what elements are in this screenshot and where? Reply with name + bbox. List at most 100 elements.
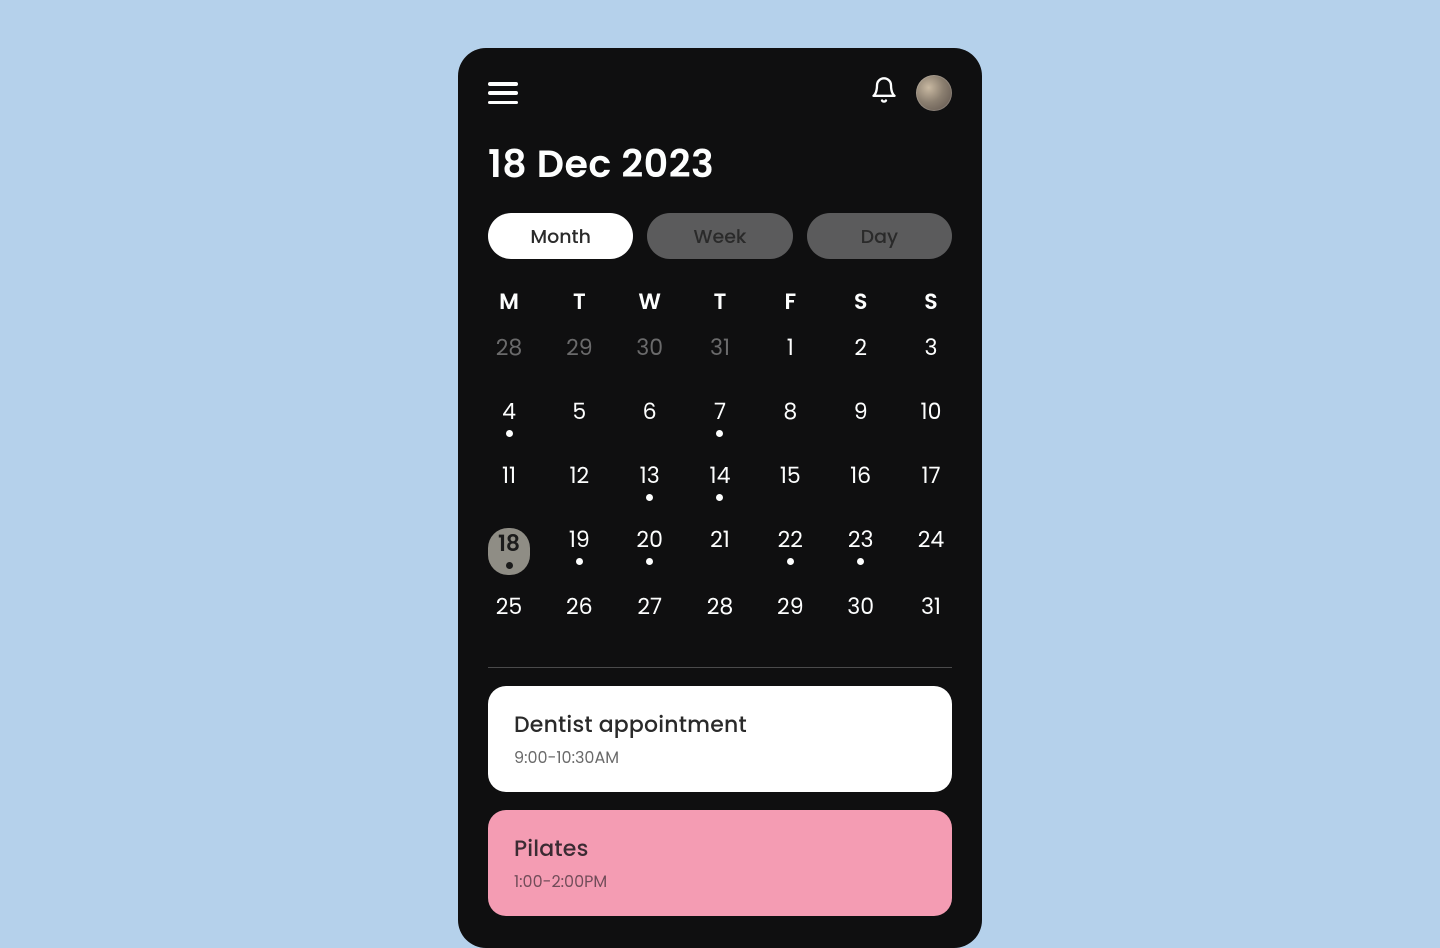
event-indicator-dot: [857, 558, 864, 565]
day-number: 14: [710, 464, 731, 488]
calendar-day-cell[interactable]: 16: [840, 464, 882, 508]
weekday-header-row: MTWTFSS: [488, 285, 952, 318]
calendar-day-cell[interactable]: 25: [488, 595, 530, 639]
calendar-day-cell[interactable]: 1: [769, 336, 811, 380]
day-number: 6: [643, 400, 657, 424]
calendar-day-cell[interactable]: 11: [488, 464, 530, 508]
calendar-day-cell[interactable]: 31: [699, 336, 741, 380]
event-time: 9:00-10:30AM: [514, 745, 926, 770]
weekday-label: S: [840, 285, 882, 318]
weekday-label: T: [699, 285, 741, 318]
day-number: 31: [710, 336, 730, 360]
day-number: 10: [921, 400, 942, 424]
day-number: 9: [854, 400, 868, 424]
day-number: 29: [777, 595, 804, 619]
event-indicator-dot: [646, 494, 653, 501]
day-number: 3: [924, 336, 937, 360]
calendar-row: 28 29 30 31 1 2 3: [488, 336, 952, 380]
hamburger-menu-icon[interactable]: [488, 82, 518, 104]
day-number: 12: [569, 464, 589, 488]
calendar-day-cell[interactable]: 9: [840, 400, 882, 444]
user-avatar[interactable]: [916, 75, 952, 111]
calendar-day-cell[interactable]: 19: [558, 528, 600, 575]
calendar-day-cell[interactable]: 27: [629, 595, 671, 639]
calendar-day-cell[interactable]: 10: [910, 400, 952, 444]
weekday-label: F: [769, 285, 811, 318]
day-number: 4: [502, 400, 516, 424]
event-indicator-dot: [787, 558, 794, 565]
calendar-day-cell[interactable]: 26: [558, 595, 600, 639]
day-number: 28: [496, 336, 523, 360]
day-number: 30: [847, 595, 874, 619]
calendar-row: 25 26 27 28 29 30 31: [488, 595, 952, 639]
event-card[interactable]: Dentist appointment 9:00-10:30AM: [488, 686, 952, 792]
weekday-label: T: [558, 285, 600, 318]
day-number: 18: [498, 532, 520, 556]
calendar-row: 18 19 20 21 22 23 24: [488, 528, 952, 575]
event-title: Dentist appointment: [514, 708, 926, 741]
calendar-day-cell[interactable]: 2: [840, 336, 882, 380]
current-date-title: 18 Dec 2023: [488, 136, 952, 193]
calendar-day-cell[interactable]: 29: [558, 336, 600, 380]
tab-month[interactable]: Month: [488, 213, 633, 259]
calendar-day-cell[interactable]: 23: [840, 528, 882, 575]
day-number: 29: [566, 336, 593, 360]
calendar-day-cell[interactable]: 4: [488, 400, 530, 444]
weekday-label: S: [910, 285, 952, 318]
calendar-day-cell[interactable]: 5: [558, 400, 600, 444]
view-tabs: Month Week Day: [488, 213, 952, 259]
event-indicator-dot: [506, 562, 513, 569]
event-card[interactable]: Pilates 1:00-2:00PM: [488, 810, 952, 916]
calendar-day-cell[interactable]: 13: [629, 464, 671, 508]
calendar-day-cell[interactable]: 21: [699, 528, 741, 575]
calendar-day-cell[interactable]: 15: [769, 464, 811, 508]
calendar-day-cell[interactable]: 14: [699, 464, 741, 508]
calendar-day-cell[interactable]: 30: [629, 336, 671, 380]
day-number: 20: [636, 528, 662, 552]
calendar-app-frame: 18 Dec 2023 Month Week Day MTWTFSS 28293…: [458, 48, 982, 948]
day-number: 27: [637, 595, 662, 619]
calendar-day-cell[interactable]: 17: [910, 464, 952, 508]
tab-day[interactable]: Day: [807, 213, 952, 259]
day-number: 11: [502, 464, 516, 488]
day-number: 1: [787, 336, 794, 360]
day-number: 22: [778, 528, 803, 552]
calendar-day-cell[interactable]: 30: [840, 595, 882, 639]
calendar-day-cell[interactable]: 24: [910, 528, 952, 575]
events-list: Dentist appointment 9:00-10:30AM Pilates 1:…: [488, 686, 952, 916]
day-number: 16: [850, 464, 871, 488]
calendar-day-cell[interactable]: 28: [488, 336, 530, 380]
day-number: 5: [572, 400, 586, 424]
calendar-day-cell[interactable]: 22: [769, 528, 811, 575]
day-number: 8: [783, 400, 797, 424]
calendar-day-cell[interactable]: 31: [910, 595, 952, 639]
event-title: Pilates: [514, 832, 926, 865]
weekday-label: W: [629, 285, 671, 318]
calendar-grid: 2829303112345678910111213141516171819202…: [488, 336, 952, 639]
calendar-day-cell[interactable]: 7: [699, 400, 741, 444]
day-number: 2: [854, 336, 867, 360]
calendar-day-cell[interactable]: 6: [629, 400, 671, 444]
calendar-day-cell[interactable]: 28: [699, 595, 741, 639]
event-indicator-dot: [506, 430, 513, 437]
event-indicator-dot: [716, 430, 723, 437]
calendar-day-cell[interactable]: 20: [629, 528, 671, 575]
day-number: 21: [710, 528, 730, 552]
day-number: 23: [848, 528, 874, 552]
day-number: 31: [921, 595, 941, 619]
day-number: 30: [636, 336, 663, 360]
event-indicator-dot: [646, 558, 653, 565]
calendar-day-cell[interactable]: 12: [558, 464, 600, 508]
tab-week[interactable]: Week: [647, 213, 792, 259]
calendar-row: 4 5 6 7 8 9 10: [488, 400, 952, 444]
event-time: 1:00-2:00PM: [514, 869, 926, 894]
calendar-day-cell[interactable]: 3: [910, 336, 952, 380]
day-number: 25: [496, 595, 522, 619]
event-indicator-dot: [576, 558, 583, 565]
day-number: 15: [780, 464, 801, 488]
calendar-day-cell[interactable]: 18: [488, 528, 530, 575]
notifications-bell-icon[interactable]: [870, 76, 898, 111]
calendar-day-cell[interactable]: 8: [769, 400, 811, 444]
calendar-day-cell[interactable]: 29: [769, 595, 811, 639]
day-number: 19: [569, 528, 590, 552]
